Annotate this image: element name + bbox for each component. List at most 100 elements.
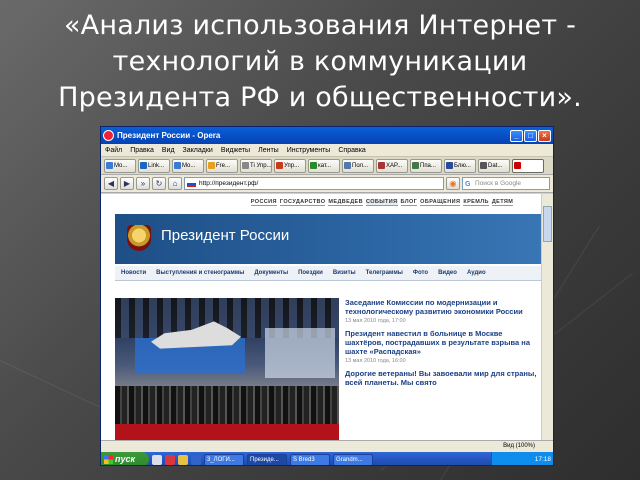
top-nav-link[interactable]: ОБРАЩЕНИЯ bbox=[420, 199, 461, 206]
quicklaunch-icon[interactable] bbox=[152, 454, 162, 465]
section-link[interactable]: Видео bbox=[438, 270, 457, 276]
zoom-level[interactable]: Вид (100%) bbox=[503, 443, 535, 449]
tab-favicon-icon bbox=[174, 162, 181, 169]
tab-label: Ti Упр... bbox=[250, 162, 272, 169]
quicklaunch-icon[interactable] bbox=[165, 454, 175, 465]
start-label: пуск bbox=[115, 454, 136, 464]
news-date: 13 мая 2010 года, 17:00 bbox=[345, 318, 406, 324]
menu-view[interactable]: Вид bbox=[162, 147, 175, 154]
section-link[interactable]: Аудио bbox=[467, 270, 486, 276]
news-item: Президент навестил в больнице в Москве ш… bbox=[345, 329, 541, 364]
quicklaunch-icon[interactable] bbox=[191, 454, 201, 465]
browser-tab[interactable]: кат... bbox=[308, 158, 340, 173]
top-nav-link[interactable]: СОБЫТИЯ bbox=[365, 198, 398, 206]
quicklaunch-icon[interactable] bbox=[178, 454, 188, 465]
forward-icon[interactable]: ▶ bbox=[120, 177, 134, 190]
menu-help[interactable]: Справка bbox=[338, 147, 365, 154]
news-photo[interactable] bbox=[115, 298, 339, 448]
tab-label: кат... bbox=[318, 162, 332, 169]
tab-label: Link... bbox=[148, 162, 165, 169]
menu-edit[interactable]: Правка bbox=[130, 147, 154, 154]
section-link[interactable]: Выступления и стенограммы bbox=[156, 270, 244, 276]
tab-favicon-icon bbox=[446, 162, 453, 169]
browser-tab[interactable]: Link... bbox=[138, 158, 170, 173]
taskbar-task[interactable]: Grandm... bbox=[333, 453, 373, 465]
windows-logo-icon bbox=[104, 455, 113, 464]
browser-tab[interactable]: Пол... bbox=[342, 158, 374, 173]
browser-tab[interactable]: Mo... bbox=[172, 158, 204, 173]
address-text: http://президент.рф/ bbox=[199, 180, 259, 187]
google-icon: G bbox=[465, 181, 471, 188]
fast-forward-icon[interactable]: » bbox=[136, 177, 150, 190]
menu-bookmarks[interactable]: Закладки bbox=[183, 147, 213, 154]
tab-label: Ппа... bbox=[420, 162, 436, 169]
taskbar-task[interactable]: S Bred3 bbox=[290, 453, 330, 465]
browser-tab[interactable]: Блю... bbox=[444, 158, 476, 173]
browser-tab[interactable]: XAP... bbox=[376, 158, 408, 173]
news-headline[interactable]: Президент навестил в больнице в Москве ш… bbox=[345, 329, 541, 356]
browser-tab[interactable]: Ппа... bbox=[410, 158, 442, 173]
vertical-scrollbar[interactable] bbox=[541, 194, 553, 451]
menu-tools[interactable]: Инструменты bbox=[287, 147, 331, 154]
top-nav-link[interactable]: ДЕТЯМ bbox=[491, 199, 514, 206]
news-date: 13 мая 2010 года, 16:00 bbox=[345, 358, 406, 364]
tab-favicon-icon bbox=[310, 162, 317, 169]
address-field[interactable]: http://президент.рф/ bbox=[184, 177, 444, 190]
window-titlebar[interactable]: Президент России - Opera _ □ × bbox=[101, 127, 553, 144]
browser-tab[interactable]: Упр... bbox=[274, 158, 306, 173]
scrollbar-thumb[interactable] bbox=[543, 206, 552, 242]
top-nav-link[interactable]: РОССИЯ bbox=[250, 199, 277, 206]
home-icon[interactable]: ⌂ bbox=[168, 177, 182, 190]
section-link[interactable]: Визиты bbox=[333, 270, 356, 276]
site-title[interactable]: Президент России bbox=[161, 227, 289, 244]
tab-favicon-icon bbox=[208, 162, 215, 169]
browser-tab[interactable]: Mo... bbox=[104, 158, 136, 173]
browser-screenshot: Президент России - Opera _ □ × Файл Прав… bbox=[100, 126, 554, 466]
tab-label: Fre... bbox=[216, 162, 231, 169]
slide-title-line: Президента РФ и общественности». bbox=[58, 82, 582, 113]
photo-booth bbox=[265, 328, 335, 378]
menu-file[interactable]: Файл bbox=[105, 147, 122, 154]
rss-icon[interactable]: ◉ bbox=[446, 177, 460, 190]
taskbar-task[interactable]: 3_ЛОГИ... bbox=[204, 453, 244, 465]
site-top-nav: РОССИЯ ГОСУДАРСТВО МЕДВЕДЕВ СОБЫТИЯ БЛОГ ОБРА… bbox=[101, 194, 543, 210]
slide-title-line: «Анализ использования Интернет - bbox=[63, 10, 577, 41]
browser-tab[interactable]: Ti Упр... bbox=[240, 158, 272, 173]
maximize-button[interactable]: □ bbox=[524, 129, 537, 142]
section-link[interactable]: Телеграммы bbox=[366, 270, 403, 276]
slide-title-line: технологий в коммуникации bbox=[112, 46, 528, 77]
start-button[interactable]: пуск bbox=[101, 452, 149, 465]
news-item: Дорогие ветераны! Вы завоевали мир для с… bbox=[345, 369, 541, 387]
tab-label: Mo... bbox=[182, 162, 196, 169]
browser-tab[interactable] bbox=[512, 158, 544, 173]
system-clock[interactable]: 17:18 bbox=[491, 452, 553, 465]
top-nav-link[interactable]: ГОСУДАРСТВО bbox=[279, 199, 326, 206]
news-headline[interactable]: Заседание Комиссии по модернизации и тех… bbox=[345, 298, 541, 316]
menu-bar: Файл Правка Вид Закладки Виджеты Ленты И… bbox=[101, 144, 553, 157]
back-icon[interactable]: ◀ bbox=[104, 177, 118, 190]
browser-tab[interactable]: Fre... bbox=[206, 158, 238, 173]
minimize-button[interactable]: _ bbox=[510, 129, 523, 142]
section-link[interactable]: Поездки bbox=[298, 270, 323, 276]
window-title: Президент России - Opera bbox=[117, 131, 221, 140]
tab-label: Пол... bbox=[352, 162, 369, 169]
tab-favicon-icon bbox=[140, 162, 147, 169]
browser-tab[interactable]: Dat... bbox=[478, 158, 510, 173]
section-nav: Новости Выступления и стенограммы Документ… bbox=[115, 266, 543, 281]
section-link[interactable]: Документы bbox=[254, 270, 288, 276]
close-button[interactable]: × bbox=[538, 129, 551, 142]
section-link[interactable]: Новости bbox=[121, 270, 146, 276]
slide-title: «Анализ использования Интернет - техноло… bbox=[18, 8, 622, 116]
tab-bar: Mo... Link... Mo... Fre... Ti Упр... Упр... ка… bbox=[101, 157, 553, 175]
taskbar-task[interactable]: Президе... bbox=[247, 453, 287, 465]
tab-label: XAP... bbox=[386, 162, 403, 169]
menu-feeds[interactable]: Ленты bbox=[258, 147, 279, 154]
reload-icon[interactable]: ↻ bbox=[152, 177, 166, 190]
top-nav-link[interactable]: МЕДВЕДЕВ bbox=[328, 199, 363, 206]
top-nav-link[interactable]: КРЕМЛЬ bbox=[463, 199, 489, 206]
menu-widgets[interactable]: Виджеты bbox=[221, 147, 250, 154]
top-nav-link[interactable]: БЛОГ bbox=[400, 199, 418, 206]
section-link[interactable]: Фото bbox=[413, 270, 428, 276]
news-headline[interactable]: Дорогие ветераны! Вы завоевали мир для с… bbox=[345, 369, 541, 387]
search-field[interactable]: G Поиск в Google bbox=[462, 177, 550, 190]
